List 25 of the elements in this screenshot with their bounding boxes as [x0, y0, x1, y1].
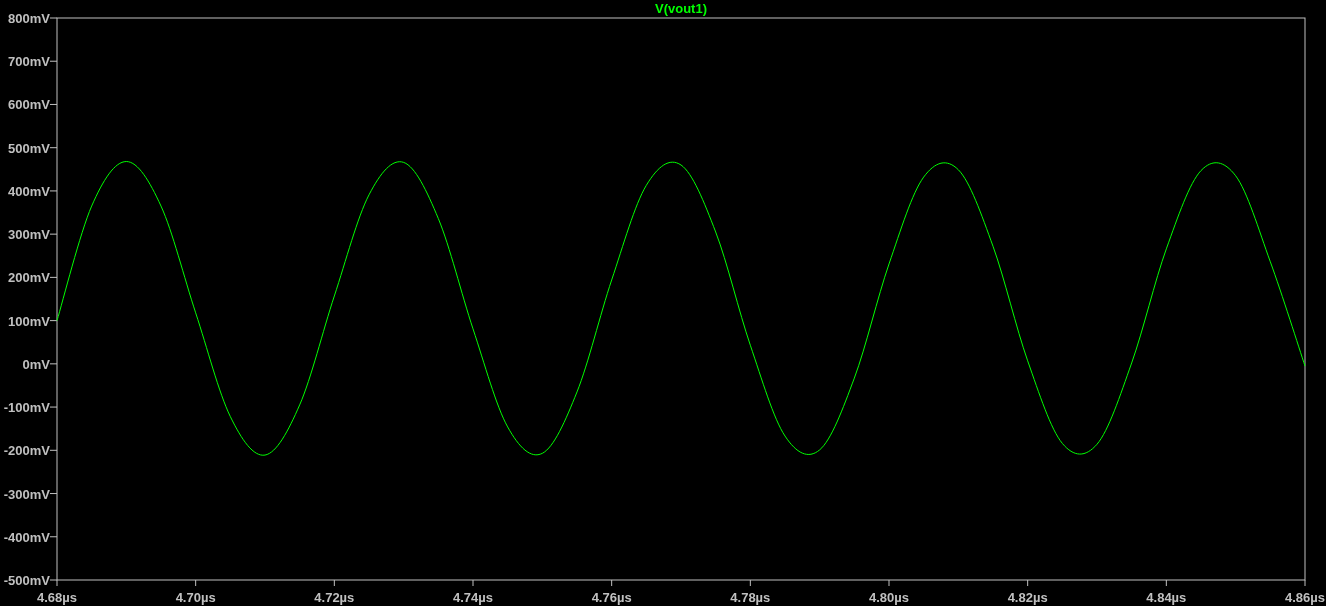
- y-tick-label: -400mV: [3, 529, 50, 545]
- y-tick-label: 700mV: [8, 54, 50, 70]
- y-tick-label: 300mV: [8, 227, 50, 243]
- y-tick-label: 200mV: [8, 270, 50, 286]
- y-tick-label: 100mV: [8, 313, 50, 329]
- y-tick-label: -200mV: [3, 443, 50, 459]
- y-tick-label: -100mV: [3, 400, 50, 416]
- x-tick-label: 4.86µs: [1285, 590, 1325, 605]
- x-tick-label: 4.78µs: [730, 590, 771, 605]
- x-tick-label: 4.74µs: [453, 590, 493, 605]
- y-tick-label: 400mV: [8, 183, 50, 199]
- y-tick-label: -300mV: [3, 486, 50, 502]
- x-tick-label: 4.82µs: [1007, 590, 1048, 605]
- x-tick-label: 4.76µs: [591, 590, 632, 605]
- x-tick-label: 4.84µs: [1146, 590, 1187, 605]
- chart-title: V(vout1): [655, 1, 707, 16]
- x-tick-label: 4.70µs: [175, 590, 216, 605]
- y-tick-label: 0mV: [22, 356, 50, 372]
- x-tick-label: 4.80µs: [869, 590, 909, 605]
- x-tick-label: 4.68µs: [37, 590, 77, 605]
- y-tick-label: 500mV: [8, 140, 50, 156]
- y-tick-label: -500mV: [3, 573, 50, 588]
- y-tick-label: 800mV: [8, 11, 50, 26]
- y-tick-label: 600mV: [8, 97, 50, 113]
- x-tick-label: 4.72µs: [314, 590, 355, 605]
